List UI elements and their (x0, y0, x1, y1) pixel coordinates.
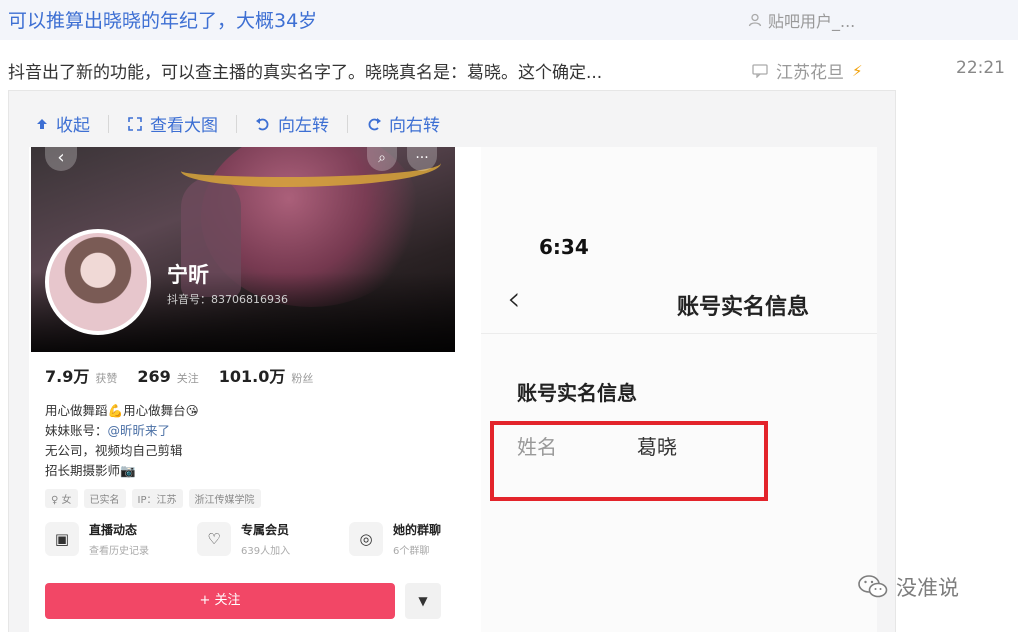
tv-icon: ▣ (45, 522, 79, 556)
thread-title-row: 可以推算出晓晓的年纪了，大概34岁 贴吧用户_... (0, 0, 1018, 40)
feature-sub: 查看历史记录 (89, 546, 149, 557)
likes-label: 获赞 (95, 372, 118, 385)
diamond-icon: ♡ (197, 522, 231, 556)
following-label: 关注 (176, 372, 199, 385)
profile-banner: ‹ ⌕ ··· 宁昕 抖音号：83706816936 (31, 147, 455, 352)
rotate-right-icon (368, 117, 381, 130)
viewer-toolbar: 收起 查看大图 向左转 向右转 (35, 111, 440, 136)
feature-live: ▣ 直播动态查看历史记录 (45, 521, 169, 557)
verified-tag: 已实名 (83, 489, 126, 508)
title-author-name: 贴吧用户_... (768, 12, 856, 31)
profile-screenshot: ‹ ⌕ ··· 宁昕 抖音号：83706816936 7.9万 获赞 269 关… (31, 147, 455, 632)
thread-title-link[interactable]: 可以推算出晓晓的年纪了，大概34岁 (8, 6, 317, 33)
lightning-icon: ⚡ (852, 61, 863, 80)
rotate-left-label: 向左转 (278, 116, 329, 136)
wechat-icon (858, 575, 888, 598)
bio-line: 用心做舞蹈💪用心做舞台😘 (45, 403, 199, 418)
feature-membership: ♡ 专属会员 639人加入 (197, 521, 321, 557)
user-icon (748, 13, 762, 27)
viewer-image[interactable]: ‹ ⌕ ··· 宁昕 抖音号：83706816936 7.9万 获赞 269 关… (29, 147, 877, 632)
feature-sub: 6个群聊 (393, 546, 430, 557)
back-icon: ‹ (45, 147, 77, 171)
profile-stats: 7.9万 获赞 269 关注 101.0万 粉丝 (45, 363, 327, 387)
arrow-up-icon (37, 118, 47, 129)
feature-groups: ◎ 她的群聊 6个群聊 (349, 521, 455, 557)
collapse-label: 收起 (56, 116, 90, 136)
section-title: 账号实名信息 (517, 381, 637, 405)
toolbar-divider (236, 114, 237, 133)
image-viewer: 收起 查看大图 向左转 向右转 ‹ ⌕ ··· 宁昕 抖音号：837068169… (8, 90, 896, 632)
rotate-left-icon (256, 117, 269, 130)
toolbar-divider (108, 114, 109, 133)
reply-row: 抖音出了新的功能，可以查主播的真实名字了。晓晓真名是：葛晓。这个确定... 江苏… (0, 50, 1018, 90)
expand-icon (128, 116, 142, 131)
toolbar-divider (347, 114, 348, 133)
reply-author-name: 江苏花旦 (776, 63, 844, 83)
bio-line: 妹妹账号：@昕昕来了 (45, 423, 171, 438)
likes-count: 7.9万 (45, 367, 90, 386)
collapse-button[interactable]: 收起 (35, 111, 90, 136)
reply-time: 22:21 (956, 58, 1005, 78)
sister-account-link: @昕昕来了 (107, 423, 171, 438)
profile-name: 宁昕 (167, 263, 209, 287)
school-tag: 浙江传媒学院 (188, 489, 261, 508)
feature-title: 她的群聊 (393, 523, 442, 537)
follow-button: + 关注 (45, 583, 395, 619)
watermark: 没准说 (858, 572, 959, 602)
profile-id: 抖音号：83706816936 (167, 293, 288, 306)
realname-screenshot: 6:34 ‹ 账号实名信息 账号实名信息 姓名 葛晓 (481, 147, 877, 632)
status-bar-time: 6:34 (539, 235, 589, 259)
following-count: 269 (137, 367, 171, 386)
title-author[interactable]: 贴吧用户_... (748, 8, 855, 32)
gender-tag: ♀ 女 (45, 489, 78, 508)
watermark-text: 没准说 (896, 576, 959, 600)
chat-icon: ◎ (349, 522, 383, 556)
bio-line: 无公司，视频均自己剪辑 (45, 443, 183, 458)
followers-label: 粉丝 (291, 372, 314, 385)
rotate-right-button[interactable]: 向右转 (366, 111, 440, 136)
feature-title: 直播动态 (89, 523, 138, 537)
rotate-right-label: 向右转 (389, 116, 440, 136)
nav-divider (481, 333, 877, 334)
ip-tag: IP：江苏 (131, 489, 183, 508)
reply-author[interactable]: 江苏花旦 ⚡ (752, 58, 863, 83)
comment-icon (752, 63, 768, 78)
view-large-button[interactable]: 查看大图 (127, 111, 218, 136)
nav-title: 账号实名信息 (677, 295, 810, 320)
back-arrow-icon: ‹ (507, 279, 521, 319)
reply-preview-text[interactable]: 抖音出了新的功能，可以查主播的真实名字了。晓晓真名是：葛晓。这个确定... (8, 58, 602, 83)
red-highlight-box (490, 421, 768, 501)
forum-page: 可以推算出晓晓的年纪了，大概34岁 贴吧用户_... 抖音出了新的功能，可以查主… (0, 0, 1018, 632)
profile-bio: 用心做舞蹈💪用心做舞台😘 妹妹账号：@昕昕来了 无公司，视频均自己剪辑 招长期摄… (45, 401, 199, 481)
bio-line: 招长期摄影师📷 (45, 463, 136, 478)
feature-title: 专属会员 (241, 523, 290, 537)
feature-sub: 639人加入 (241, 546, 291, 557)
followers-count: 101.0万 (218, 367, 286, 386)
view-large-label: 查看大图 (150, 116, 218, 136)
profile-tags: ♀ 女 已实名 IP：江苏 浙江传媒学院 (45, 489, 261, 508)
rotate-left-button[interactable]: 向左转 (255, 111, 329, 136)
profile-features: ▣ 直播动态查看历史记录 ♡ 专属会员 639人加入 ◎ 她的群聊 6个群聊 (45, 521, 455, 557)
avatar (45, 229, 151, 335)
dropdown-icon: ▼ (405, 583, 441, 619)
